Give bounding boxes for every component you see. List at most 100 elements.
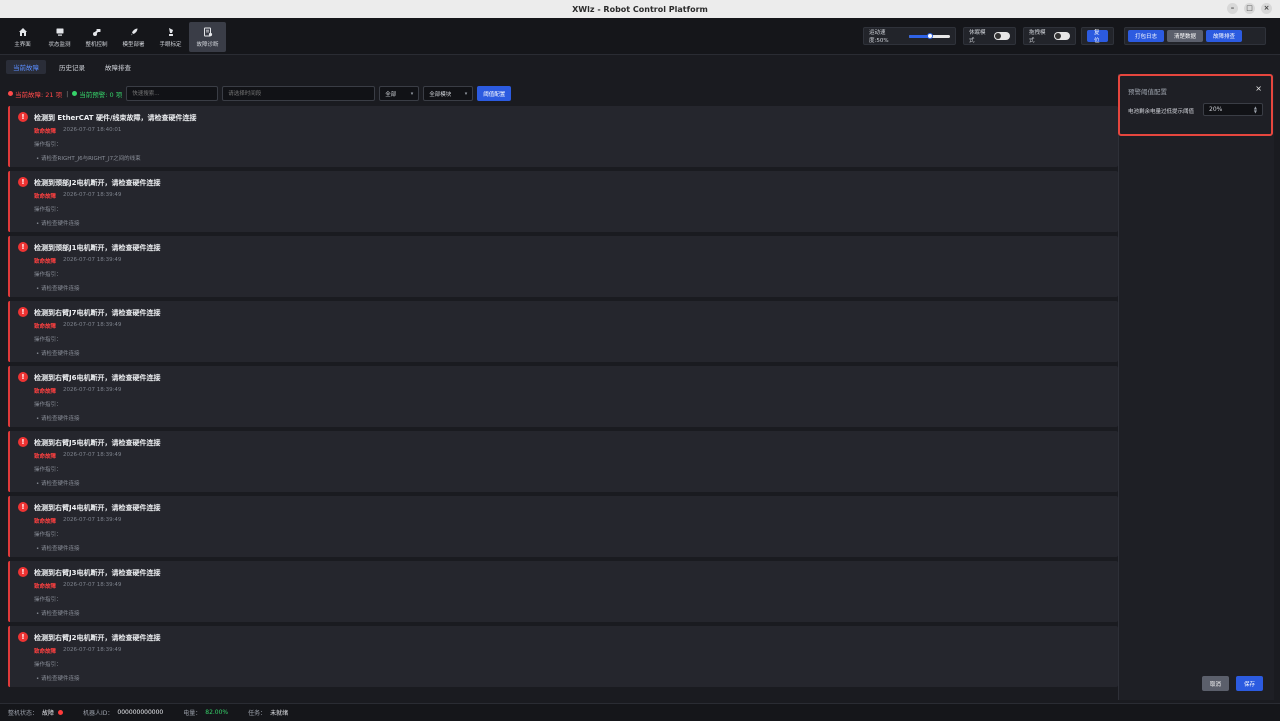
fault-step: • 请检查硬件连接 bbox=[36, 546, 80, 552]
fault-card[interactable]: ! 检测到右臂J7电机断开，请检查硬件连接 致命故障 2026-07-07 18… bbox=[8, 301, 1118, 362]
pack-log-button[interactable]: 打包日志 bbox=[1128, 30, 1165, 42]
level-select-value: 全部 bbox=[385, 91, 397, 98]
calibrate-icon bbox=[168, 27, 173, 36]
fault-step: • 请检查硬件连接 bbox=[36, 676, 80, 682]
speed-control: 运动速度:50% bbox=[863, 27, 956, 45]
alert-icon: ! bbox=[18, 112, 28, 122]
battery-status: 电量： 82.00% bbox=[183, 708, 228, 717]
sleep-mode-toggle[interactable] bbox=[994, 32, 1010, 40]
fault-level: 致命故障 bbox=[34, 324, 57, 330]
fault-level: 致命故障 bbox=[34, 519, 57, 525]
troubleshoot-button[interactable]: 故障排查 bbox=[1206, 30, 1243, 42]
fault-step-text: 请检查硬件连接 bbox=[41, 351, 80, 357]
fault-guide-label: 操作指引： bbox=[34, 142, 62, 148]
fault-step-text: 请检查硬件连接 bbox=[41, 676, 80, 682]
nav-label: 状态监测 bbox=[48, 41, 71, 48]
nav-label: 故障诊断 bbox=[196, 41, 219, 48]
fault-card[interactable]: ! 检测到 EtherCAT 硬件/线束故障，请检查硬件连接 致命故障 2026… bbox=[8, 106, 1118, 167]
speed-slider[interactable] bbox=[908, 32, 950, 39]
nav-item-robot-control[interactable]: 整机控制 bbox=[78, 22, 115, 52]
module-select[interactable]: 全部模块 ▾ bbox=[423, 86, 474, 101]
fault-step-text: 请检查硬件连接 bbox=[41, 221, 80, 227]
close-window-button[interactable]: × bbox=[1261, 3, 1272, 14]
battery-value: 82.00% bbox=[205, 709, 229, 716]
fault-guide-label: 操作指引： bbox=[34, 597, 62, 603]
level-select[interactable]: 全部 ▾ bbox=[379, 86, 420, 101]
task-value: 未就绪 bbox=[270, 710, 289, 717]
tab-history[interactable]: 历史记录 bbox=[52, 60, 92, 74]
nav-item-fault-diagnosis[interactable]: 故障诊断 bbox=[189, 22, 226, 52]
fault-time: 2026-07-07 18:40:01 bbox=[63, 127, 122, 133]
clear-data-button[interactable]: 清楚数据 bbox=[1167, 30, 1204, 42]
reset-control: 复位 bbox=[1081, 27, 1114, 45]
alert-icon: ! bbox=[18, 437, 28, 447]
tab-troubleshoot[interactable]: 故障排查 bbox=[98, 60, 138, 74]
fault-card[interactable]: ! 检测到右臂J2电机断开，请检查硬件连接 致命故障 2026-07-07 18… bbox=[8, 626, 1118, 687]
status-dot-icon bbox=[58, 710, 64, 715]
time-range-input[interactable] bbox=[222, 86, 376, 101]
fault-time: 2026-07-07 18:39:49 bbox=[63, 452, 122, 458]
robot-id-label: 机器人ID： bbox=[83, 710, 114, 717]
fault-card[interactable]: ! 检测到右臂J4电机断开，请检查硬件连接 致命故障 2026-07-07 18… bbox=[8, 496, 1118, 557]
fault-count-text: 当前故障: 21 项 bbox=[15, 90, 63, 99]
fault-title: 检测到右臂J3电机断开，请检查硬件连接 bbox=[34, 569, 161, 577]
nav-label: 模型部署 bbox=[122, 41, 145, 48]
threshold-config-button[interactable]: 阈值配置 bbox=[477, 86, 512, 101]
fault-step: • 请检查硬件连接 bbox=[36, 481, 80, 487]
fault-guide-label: 操作指引： bbox=[34, 662, 62, 668]
fault-time: 2026-07-07 18:39:49 bbox=[63, 257, 122, 263]
nav-item-home[interactable]: 主界面 bbox=[4, 22, 41, 52]
fault-card[interactable]: ! 检测到右臂J5电机断开，请检查硬件连接 致命故障 2026-07-07 18… bbox=[8, 431, 1118, 492]
fault-card[interactable]: ! 检测到右臂J6电机断开，请检查硬件连接 致命故障 2026-07-07 18… bbox=[8, 366, 1118, 427]
drag-mode-toggle[interactable] bbox=[1054, 32, 1070, 40]
fault-title: 检测到颈部J2电机断开，请检查硬件连接 bbox=[34, 179, 161, 187]
main-toolbar: 主界面 状态监测 整机控制 模型部署 手眼标定 故障诊断 运动速度:50% 休眠… bbox=[0, 18, 1280, 55]
maximize-button[interactable]: □ bbox=[1244, 3, 1255, 14]
alert-icon: ! bbox=[18, 632, 28, 642]
fault-step: • 请检查硬件连接 bbox=[36, 351, 80, 357]
reset-button[interactable]: 复位 bbox=[1087, 30, 1108, 44]
fault-title: 检测到 EtherCAT 硬件/线束故障，请检查硬件连接 bbox=[34, 114, 197, 122]
fault-time: 2026-07-07 18:39:49 bbox=[63, 517, 122, 523]
window-titlebar: XWlz - Robot Control Platform – □ × bbox=[0, 0, 1280, 18]
fault-step-text: 请检查硬件连接 bbox=[41, 481, 80, 487]
quick-search-input[interactable] bbox=[126, 86, 219, 101]
status-bar: 整机状态： 故障 机器人ID： 000000000000 电量： 82.00% … bbox=[0, 703, 1280, 721]
chevron-down-icon: ▾ bbox=[464, 90, 468, 97]
fault-step-text: 请检查硬件连接 bbox=[41, 546, 80, 552]
tab-current-faults[interactable]: 当前故障 bbox=[6, 60, 46, 74]
fault-guide-label: 操作指引： bbox=[34, 207, 62, 213]
machine-status-label: 整机状态： bbox=[8, 710, 39, 717]
monitor-icon bbox=[56, 28, 63, 36]
fault-title: 检测到颈部J1电机断开，请检查硬件连接 bbox=[34, 244, 161, 252]
nav-item-monitor[interactable]: 状态监测 bbox=[41, 22, 78, 52]
nav-item-model-deploy[interactable]: 模型部署 bbox=[115, 22, 152, 52]
fault-card[interactable]: ! 检测到颈部J2电机断开，请检查硬件连接 致命故障 2026-07-07 18… bbox=[8, 171, 1118, 232]
module-select-value: 全部模块 bbox=[429, 91, 452, 98]
nav-item-hand-eye-calibration[interactable]: 手眼标定 bbox=[152, 22, 189, 52]
cancel-button[interactable]: 取消 bbox=[1202, 676, 1230, 691]
fault-card[interactable]: ! 检测到颈部J1电机断开，请检查硬件连接 致命故障 2026-07-07 18… bbox=[8, 236, 1118, 297]
drag-mode-control: 拖拽模式 bbox=[1023, 27, 1076, 45]
alert-icon: ! bbox=[18, 177, 28, 187]
save-button[interactable]: 保存 bbox=[1236, 676, 1264, 691]
task-label: 任务： bbox=[248, 710, 267, 717]
fault-guide-label: 操作指引： bbox=[34, 467, 62, 473]
robot-control-icon bbox=[92, 28, 100, 36]
fault-time: 2026-07-07 18:39:49 bbox=[63, 322, 122, 328]
alert-icon: ! bbox=[18, 502, 28, 512]
fault-level: 致命故障 bbox=[34, 649, 57, 655]
highlight-box bbox=[1118, 74, 1273, 136]
divider: | bbox=[66, 89, 69, 98]
nav-label: 主界面 bbox=[14, 41, 31, 48]
warning-count-text: 当前预警: 0 项 bbox=[79, 90, 123, 99]
speed-slider-thumb[interactable] bbox=[926, 32, 933, 39]
fault-card[interactable]: ! 检测到右臂J3电机断开，请检查硬件连接 致命故障 2026-07-07 18… bbox=[8, 561, 1118, 622]
minimize-button[interactable]: – bbox=[1227, 3, 1238, 14]
panel-actions: 取消 保存 bbox=[1202, 676, 1264, 691]
fault-time: 2026-07-07 18:39:49 bbox=[63, 647, 122, 653]
task-status: 任务： 未就绪 bbox=[248, 708, 288, 717]
machine-status: 整机状态： 故障 bbox=[8, 708, 64, 717]
fault-step: • 请检查硬件连接 bbox=[36, 221, 80, 227]
warning-count: 当前预警: 0 项 bbox=[72, 89, 122, 99]
